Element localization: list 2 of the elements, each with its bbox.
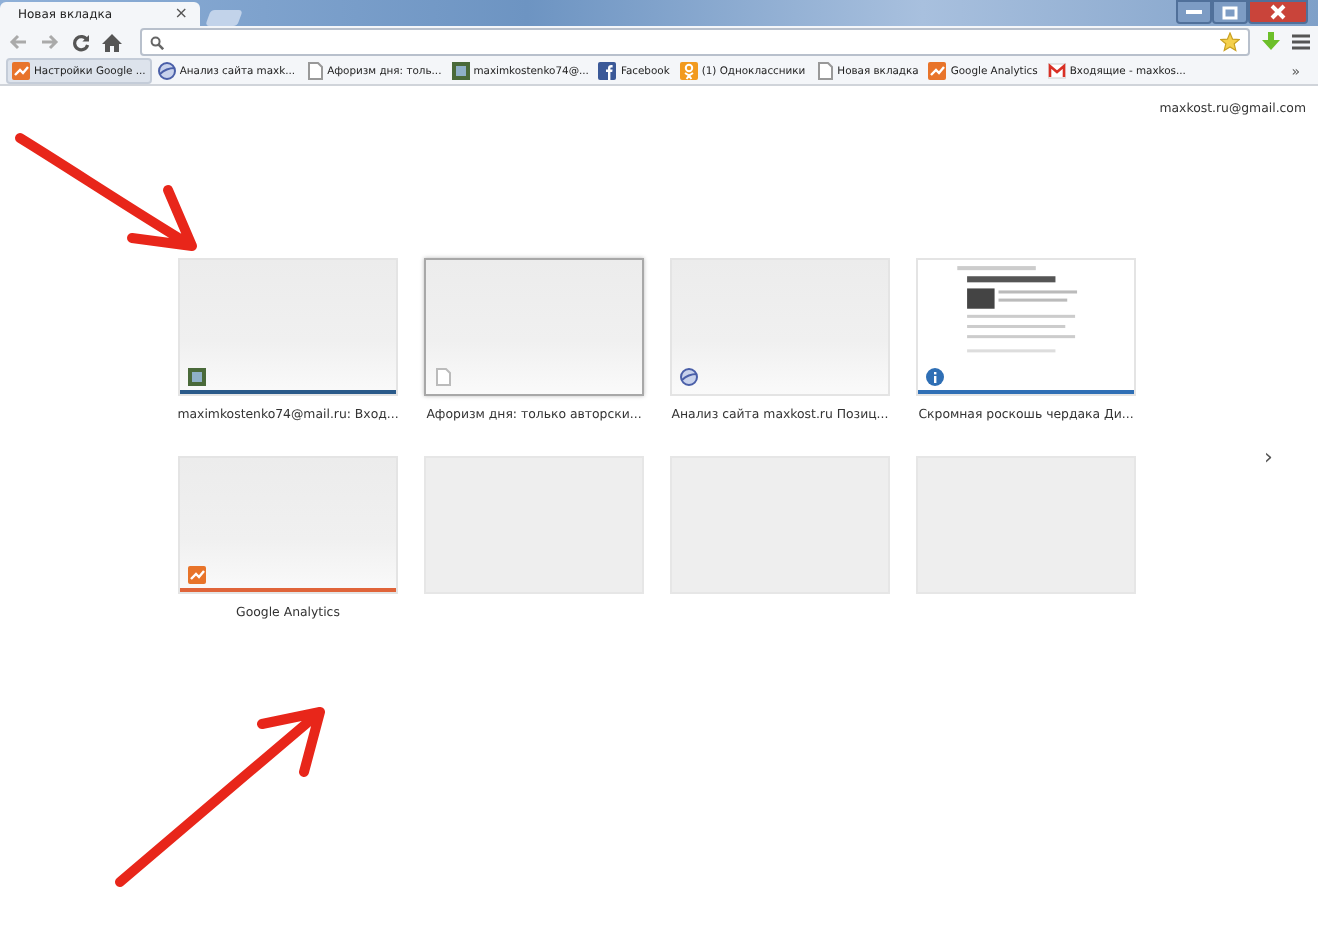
- close-tab-button[interactable]: ×: [174, 6, 188, 22]
- next-page-arrow[interactable]: ›: [1264, 444, 1273, 470]
